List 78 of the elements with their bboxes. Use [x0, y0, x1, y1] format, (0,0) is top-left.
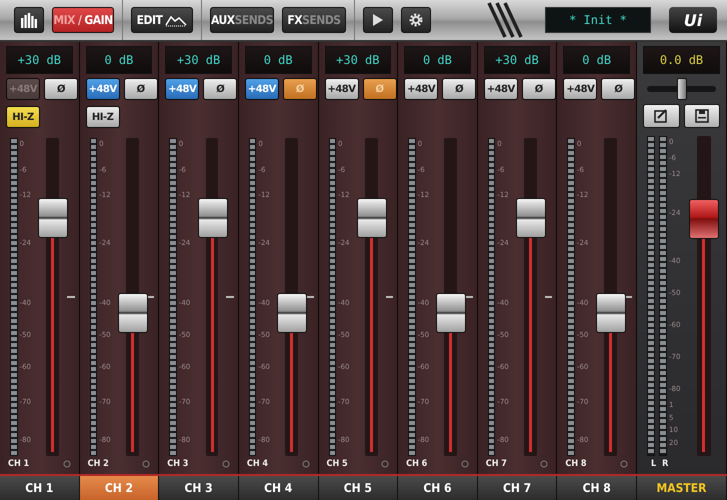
link-icon — [62, 460, 71, 468]
eq-curve-icon — [165, 13, 188, 27]
hi-z-button[interactable]: HI-Z — [6, 106, 40, 128]
channel-tab[interactable]: CH 6 — [398, 476, 478, 500]
slash-logo-icon — [487, 1, 523, 39]
settings-button[interactable] — [401, 7, 431, 33]
meters-button[interactable] — [14, 7, 44, 33]
gain-display: +30 dB — [484, 46, 550, 74]
link-icon — [222, 460, 230, 468]
fader-handle[interactable] — [689, 199, 719, 240]
fader-handle[interactable] — [198, 198, 228, 238]
fader-handle[interactable] — [356, 198, 387, 238]
phase-invert-button[interactable]: Ø — [601, 78, 636, 100]
fx-sends-button[interactable]: FXSENDS — [282, 7, 346, 33]
pan-slider[interactable] — [647, 78, 716, 100]
channel-label: CH 4 — [246, 459, 268, 469]
mix-gain-button[interactable]: MIX / GAIN — [52, 7, 114, 33]
edit-button[interactable] — [643, 104, 680, 128]
link-icon — [302, 460, 310, 468]
channel-label: CH 3 — [167, 459, 188, 469]
meter-channel-label: R — [662, 459, 668, 469]
play-icon — [372, 13, 384, 27]
fader-handle[interactable] — [38, 198, 68, 238]
fader-handle[interactable] — [118, 292, 148, 333]
fader-handle[interactable] — [277, 292, 308, 333]
edit-button[interactable]: EDIT — [131, 7, 193, 33]
link-icon — [381, 460, 390, 468]
phase-invert-button[interactable]: Ø — [522, 78, 556, 100]
gain-display: +30 dB — [6, 46, 73, 74]
logo: Ui — [669, 7, 717, 33]
channel-tab[interactable]: CH 3 — [159, 476, 239, 500]
channel-label: CH 5 — [326, 459, 348, 469]
phantom-power-button[interactable]: +48V — [484, 78, 518, 100]
save-button[interactable] — [684, 104, 720, 128]
link-icon — [620, 460, 628, 468]
fader-handle[interactable] — [516, 198, 546, 238]
phantom-power-button[interactable]: +48V — [404, 78, 438, 100]
aux-sends-button[interactable]: AUXSENDS — [210, 7, 274, 33]
phase-invert-button[interactable]: Ø — [124, 78, 158, 100]
channel-tab[interactable]: CH 5 — [318, 476, 398, 500]
link-icon — [460, 460, 469, 468]
channel-tab[interactable]: MASTER — [637, 476, 727, 500]
channel-tab[interactable]: CH 8 — [557, 476, 637, 500]
phantom-power-button[interactable]: +48V — [86, 78, 120, 100]
pan-thumb[interactable] — [676, 78, 686, 100]
phase-invert-button[interactable]: Ø — [44, 78, 78, 100]
phantom-power-button[interactable]: +48V — [324, 78, 358, 100]
edit-note-icon — [654, 109, 668, 123]
phantom-power-button[interactable]: +48V — [165, 78, 200, 100]
meter-channel-label: L — [651, 459, 656, 469]
gain-display: +30 dB — [324, 46, 392, 74]
channel-label: CH 1 — [8, 459, 30, 469]
phantom-power-button[interactable]: +48V — [244, 78, 279, 100]
bar-meter-icon — [20, 12, 38, 28]
link-icon — [142, 460, 150, 468]
snapshot-display[interactable]: * Init * — [545, 7, 651, 33]
play-button[interactable] — [363, 7, 393, 33]
hi-z-button[interactable]: HI-Z — [86, 106, 120, 128]
channel-label: CH 2 — [88, 459, 109, 469]
gain-display: +30 dB — [165, 46, 232, 74]
gain-display: 0 dB — [563, 46, 630, 74]
settings-icon — [408, 12, 424, 28]
channel-tab[interactable]: CH 1 — [0, 476, 80, 500]
link-icon — [540, 460, 548, 468]
channel-tab[interactable]: CH 4 — [238, 476, 318, 500]
gain-display: 0 dB — [86, 46, 152, 74]
channel-label: CH 6 — [406, 459, 428, 469]
phantom-power-button[interactable]: +48V — [563, 78, 598, 100]
fader-handle[interactable] — [596, 292, 626, 333]
fader-handle[interactable] — [436, 292, 466, 333]
master-level-display: 0.0 dB — [643, 46, 720, 74]
channel-tab[interactable]: CH 7 — [478, 476, 558, 500]
gain-display: 0 dB — [244, 46, 312, 74]
channel-label: CH 7 — [486, 459, 507, 469]
phase-invert-button[interactable]: Ø — [442, 78, 476, 100]
gain-display: 0 dB — [404, 46, 471, 74]
channel-label: CH 8 — [565, 459, 587, 469]
phase-invert-button[interactable]: Ø — [203, 78, 238, 100]
